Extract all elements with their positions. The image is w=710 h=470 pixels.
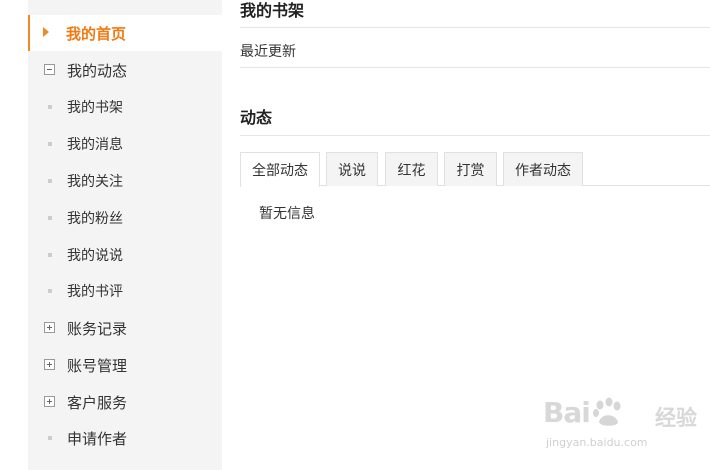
nav-item-account-records[interactable]: 账务记录 [28,310,222,346]
nav-item-label: 我的粉丝 [67,211,123,227]
sidebar-item-reviews[interactable]: 我的书评 [28,273,222,309]
nav-item-label: 客户服务 [67,393,128,412]
nav-item-label: 我的书架 [67,100,123,116]
nav-item-label: 我的消息 [67,137,123,153]
bullet-icon [48,142,52,146]
bullet-icon [48,105,52,109]
bullet-icon [48,179,52,183]
baidu-jingyan-watermark: Bai 经验 jingyan.baidu.com [543,396,703,456]
sidebar-item-following[interactable]: 我的关注 [28,163,222,199]
paw-icon [593,397,621,426]
bullet-icon [48,289,52,293]
divider [240,135,710,136]
recent-updates-link[interactable]: 最近更新 [240,41,296,61]
bullet-icon [48,253,52,257]
bullet-icon [48,436,52,440]
nav-item-label: 申请作者 [67,429,128,448]
nav-item-customer-service[interactable]: 客户服务 [28,384,222,420]
sidebar-item-bookshelf[interactable]: 我的书架 [28,89,222,125]
collapse-icon[interactable] [44,64,55,75]
expand-icon[interactable] [44,396,55,407]
nav-item-account-manage[interactable]: 账号管理 [28,347,222,383]
nav-item-my-dynamics[interactable]: 我的动态 [28,52,222,88]
tab-rewards[interactable]: 打赏 [444,152,497,186]
sidebar: 我的首页 我的动态 我的书架 我的消息 我的关注 我的粉丝 我的说说 我的书评 … [28,0,222,470]
tab-all-dynamics[interactable]: 全部动态 [240,152,320,187]
nav-item-label: 我的动态 [67,61,128,80]
empty-message: 暂无信息 [259,206,315,222]
nav-item-label: 我的关注 [67,174,123,190]
nav-item-home[interactable]: 我的首页 [28,15,222,51]
nav-item-label: 我的首页 [66,24,127,43]
bookshelf-title: 我的书架 [240,1,305,20]
sidebar-item-posts[interactable]: 我的说说 [28,237,222,273]
tab-author-dynamics[interactable]: 作者动态 [503,152,583,186]
bullet-icon [48,216,52,220]
divider [240,67,710,68]
sidebar-item-messages[interactable]: 我的消息 [28,126,222,162]
dynamics-title: 动态 [240,108,273,127]
nav-item-label: 我的说说 [67,248,123,264]
nav-item-apply-author[interactable]: 申请作者 [28,420,222,456]
tab-red-flowers[interactable]: 红花 [385,152,438,186]
arrow-right-icon [43,27,49,37]
tab-posts[interactable]: 说说 [326,152,378,186]
sidebar-item-fans[interactable]: 我的粉丝 [28,200,222,236]
nav-item-label: 账号管理 [67,356,128,375]
nav-item-label: 我的书评 [67,284,123,300]
expand-icon[interactable] [44,322,55,333]
watermark-suffix: 经验 [655,406,697,430]
nav-item-label: 账务记录 [67,319,128,338]
divider [240,27,710,28]
expand-icon[interactable] [44,359,55,370]
watermark-logo: Bai [543,396,591,429]
watermark-url: jingyan.baidu.com [546,436,648,449]
